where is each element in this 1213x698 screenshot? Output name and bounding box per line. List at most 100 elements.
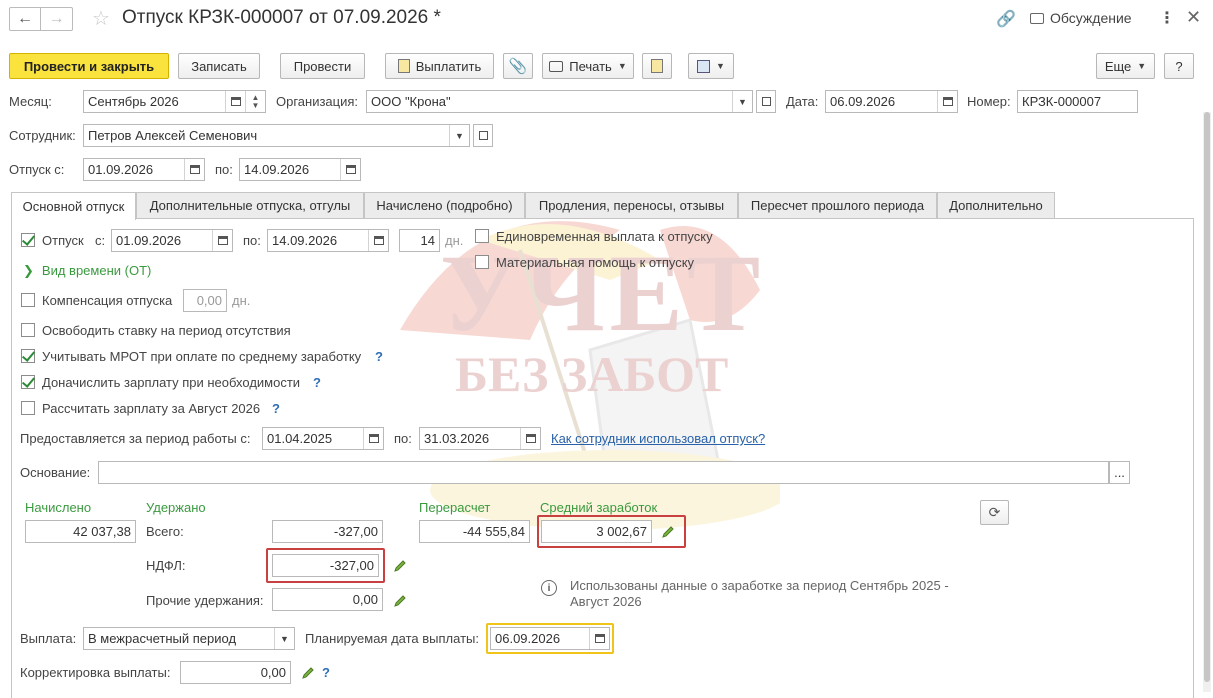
month-field[interactable]: Сентябрь 2026 ▲ ▼ xyxy=(83,90,266,113)
basis-select-button[interactable]: ... xyxy=(1109,461,1130,484)
mrot-checkbox[interactable] xyxy=(21,349,35,363)
calendar-button[interactable] xyxy=(937,91,957,112)
basis-field[interactable] xyxy=(98,461,1109,484)
mrot-label: Учитывать МРОТ при оплате по среднему за… xyxy=(42,349,362,364)
open-icon xyxy=(761,97,771,106)
accrue-salary-label: Доначислить зарплату при необходимости xyxy=(42,375,301,390)
employee-dropdown[interactable]: ▼ xyxy=(449,125,469,146)
withheld-total-field: -327,00 xyxy=(272,520,383,543)
plan-date-field[interactable]: 06.09.2026 xyxy=(490,627,610,650)
vacation-checkbox[interactable] xyxy=(21,233,35,247)
help-button[interactable]: ? xyxy=(1164,53,1194,79)
refresh-icon: ⟳ xyxy=(988,504,1001,520)
info-text-line2: Август 2026 xyxy=(570,594,642,609)
report-button[interactable] xyxy=(642,53,672,79)
period-to-field[interactable]: 31.03.2026 xyxy=(419,427,541,450)
pencil-icon[interactable] xyxy=(300,665,316,681)
more-vert-icon[interactable]: ⋮ xyxy=(1159,8,1175,28)
vacation-to-inner-field[interactable]: 14.09.2026 xyxy=(267,229,389,252)
save-button[interactable]: Записать xyxy=(178,53,260,79)
vacation-days-field[interactable]: 14 xyxy=(399,229,440,252)
help-icon[interactable]: ? xyxy=(322,665,330,680)
tab-additional-vacations[interactable]: Дополнительные отпуска, отгулы xyxy=(136,192,364,218)
help-icon[interactable]: ? xyxy=(375,349,383,364)
chevron-down-icon: ▼ xyxy=(280,633,289,644)
adjust-field[interactable]: 0,00 xyxy=(180,661,291,684)
month-label: Месяц: xyxy=(9,94,52,109)
pay-button[interactable]: Выплатить xyxy=(385,53,494,79)
ndfl-label: НДФЛ: xyxy=(146,558,186,573)
forward-button[interactable]: → xyxy=(41,7,73,31)
scrollbar-thumb[interactable] xyxy=(1204,112,1210,682)
calendar-button[interactable] xyxy=(520,428,540,449)
chevron-down-icon: ▼ xyxy=(1137,61,1147,71)
adjust-label: Корректировка выплаты: xyxy=(20,665,171,680)
calendar-button[interactable] xyxy=(184,159,204,180)
back-button[interactable]: ← xyxy=(9,7,41,31)
link-icon[interactable]: 🔗 xyxy=(996,9,1016,29)
time-type-toggle[interactable]: ❯ Вид времени (ОТ) xyxy=(23,263,151,279)
month-stepper[interactable]: ▲ ▼ xyxy=(245,91,265,112)
help-icon[interactable]: ? xyxy=(313,375,321,390)
vacation-usage-link[interactable]: Как сотрудник использовал отпуск? xyxy=(551,431,765,446)
pencil-icon[interactable] xyxy=(392,593,408,609)
accrue-salary-checkbox[interactable] xyxy=(21,375,35,389)
free-rate-checkbox[interactable] xyxy=(21,323,35,337)
tab-extensions[interactable]: Продления, переносы, отзывы xyxy=(525,192,738,218)
attach-button[interactable]: 📎 xyxy=(503,53,533,79)
vacation-from-inner-field[interactable]: 01.09.2026 xyxy=(111,229,233,252)
print-button[interactable]: Печать ▼ xyxy=(542,53,634,79)
vacation-from-field[interactable]: 01.09.2026 xyxy=(83,158,205,181)
calc-salary-checkbox[interactable] xyxy=(21,401,35,415)
number-field[interactable]: КРЗК-000007 xyxy=(1017,90,1138,113)
payout-dropdown[interactable]: ▼ xyxy=(274,628,294,649)
tab-recalculation[interactable]: Пересчет прошлого периода xyxy=(738,192,937,218)
vacation-from-inner-label: с: xyxy=(95,233,106,248)
more-button[interactable]: Еще ▼ xyxy=(1096,53,1155,79)
employee-field[interactable]: Петров Алексей Семенович ▼ xyxy=(83,124,470,147)
organization-open-button[interactable] xyxy=(756,90,776,113)
lump-sum-checkbox[interactable] xyxy=(475,229,489,243)
scrollbar-track[interactable] xyxy=(1203,112,1211,692)
basis-label: Основание: xyxy=(20,465,91,480)
pencil-icon[interactable] xyxy=(660,524,676,540)
pencil-icon[interactable] xyxy=(392,558,408,574)
calendar-button[interactable] xyxy=(225,91,245,112)
calendar-icon xyxy=(594,634,605,643)
help-icon[interactable]: ? xyxy=(272,401,280,416)
calendar-button[interactable] xyxy=(212,230,232,251)
free-rate-label: Освободить ставку на период отсутствия xyxy=(42,323,291,338)
post-and-close-button[interactable]: Провести и закрыть xyxy=(9,53,169,79)
compensation-field[interactable]: 0,00 xyxy=(183,289,227,312)
vacation-to-field[interactable]: 14.09.2026 xyxy=(239,158,361,181)
calendar-button[interactable] xyxy=(340,159,360,180)
employee-open-button[interactable] xyxy=(473,124,493,147)
arrow-left-icon: ← xyxy=(17,10,33,27)
date-label: Дата: xyxy=(786,94,819,109)
ndfl-field[interactable]: -327,00 xyxy=(272,554,379,577)
date-field[interactable]: 06.09.2026 xyxy=(825,90,958,113)
calendar-icon xyxy=(368,434,379,443)
star-icon[interactable]: ☆ xyxy=(92,6,110,31)
compensation-checkbox[interactable] xyxy=(21,293,35,307)
material-aid-checkbox[interactable] xyxy=(475,255,489,269)
calendar-button[interactable] xyxy=(368,230,388,251)
compensation-unit: дн. xyxy=(232,293,251,308)
calendar-button[interactable] xyxy=(363,428,383,449)
refresh-button[interactable]: ⟳ xyxy=(980,500,1009,525)
post-button[interactable]: Провести xyxy=(280,53,365,79)
tab-main-vacation[interactable]: Основной отпуск xyxy=(11,192,136,220)
discussion-button[interactable]: Обсуждение xyxy=(1030,10,1132,26)
close-icon[interactable]: ✕ xyxy=(1186,7,1201,28)
payout-field[interactable]: В межрасчетный период ▼ xyxy=(83,627,295,650)
plan-date-label: Планируемая дата выплаты: xyxy=(305,631,479,646)
other-withholdings-field[interactable]: 0,00 xyxy=(272,588,383,611)
organization-dropdown[interactable]: ▼ xyxy=(732,91,752,112)
calendar-button[interactable] xyxy=(589,628,609,649)
create-based-on-button[interactable]: ▼ xyxy=(688,53,734,79)
period-from-field[interactable]: 01.04.2025 xyxy=(262,427,384,450)
tab-accrued-detailed[interactable]: Начислено (подробно) xyxy=(364,192,525,218)
calendar-icon xyxy=(373,236,384,245)
tab-additional[interactable]: Дополнительно xyxy=(937,192,1055,218)
organization-field[interactable]: ООО "Крона" ▼ xyxy=(366,90,753,113)
